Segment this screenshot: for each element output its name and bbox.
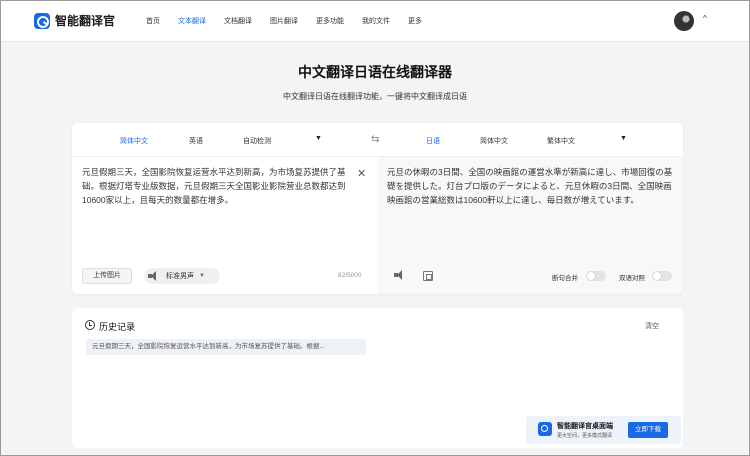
- main-nav: 首页 文本翻译 文档翻译 图片翻译 更多功能 我的文件 更多: [146, 16, 440, 26]
- translator-panel: 简体中文 英语 自动检测 ▼ ⇆ 日语 简体中文 繁体中文 ▼ 元旦假期三天，全…: [72, 123, 683, 294]
- history-icon: [85, 320, 95, 330]
- speaker-icon[interactable]: [148, 271, 158, 281]
- target-text-area: 元旦の休暇の3日間、全国の映画館の運営水準が新高に達し、市場回復の基礎を提供した…: [378, 157, 683, 294]
- target-lang-traditional-chinese[interactable]: 繁体中文: [547, 136, 575, 146]
- app-logo[interactable]: 智能翻译官: [34, 12, 115, 29]
- bilingual-label: 双语对照: [619, 275, 645, 282]
- history-item[interactable]: 元旦假期三天，全国影院恢复运营水平达到新高，为市场复苏提供了基础。根据...: [86, 339, 366, 355]
- bilingual-toggle[interactable]: [652, 271, 672, 281]
- sentence-merge-label: 断句合并: [552, 275, 578, 282]
- upload-image-button[interactable]: 上传图片: [82, 268, 132, 284]
- page-subtitle: 中文翻译日语在线翻译功能，一键将中文翻译成日语: [283, 92, 467, 101]
- promo-title: 智能翻译官桌面端: [557, 423, 613, 430]
- target-lang-dropdown-icon[interactable]: ▼: [620, 135, 627, 142]
- source-text[interactable]: 元旦假期三天，全国影院恢复运营水平达到新高，为市场复苏提供了基础。根据灯塔专业版…: [82, 165, 352, 207]
- language-selector-row: 简体中文 英语 自动检测 ▼ ⇆ 日语 简体中文 繁体中文 ▼: [72, 123, 683, 157]
- app-logo-icon: [34, 12, 50, 29]
- target-lang-simplified-chinese[interactable]: 简体中文: [480, 136, 508, 146]
- caret-down-icon: ▼: [199, 273, 205, 279]
- nav-item-my-files[interactable]: 我的文件: [362, 16, 390, 26]
- history-title: 历史记录: [99, 322, 136, 332]
- voice-select[interactable]: 标准男声 ▼: [144, 268, 220, 284]
- sentence-merge-toggle[interactable]: [586, 271, 606, 281]
- user-avatar[interactable]: [674, 11, 694, 31]
- source-lang-english[interactable]: 英语: [189, 136, 203, 146]
- source-text-area[interactable]: 元旦假期三天，全国影院恢复运营水平达到新高，为市场复苏提供了基础。根据灯塔专业版…: [72, 157, 378, 294]
- nav-item-text-translate[interactable]: 文本翻译: [178, 16, 206, 26]
- speaker-icon[interactable]: [394, 270, 404, 280]
- copy-icon[interactable]: [423, 271, 433, 281]
- nav-item-more[interactable]: 更多: [408, 16, 422, 26]
- desktop-app-icon: [538, 422, 552, 436]
- nav-item-document-translate[interactable]: 文档翻译: [224, 16, 252, 26]
- character-count: 82/5000: [338, 272, 362, 279]
- target-lang-japanese[interactable]: 日语: [426, 136, 440, 146]
- top-navigation-bar: 智能翻译官 首页 文本翻译 文档翻译 图片翻译 更多功能 我的文件 更多 ^: [1, 1, 749, 42]
- source-lang-simplified-chinese[interactable]: 简体中文: [120, 136, 148, 146]
- download-now-button[interactable]: 立即下载: [628, 422, 668, 438]
- clear-history-button[interactable]: 清空: [645, 321, 659, 331]
- source-lang-dropdown-icon[interactable]: ▼: [315, 135, 322, 142]
- nav-item-more-features[interactable]: 更多功能: [316, 16, 344, 26]
- page-title: 中文翻译日语在线翻译器: [298, 64, 452, 80]
- nav-item-home[interactable]: 首页: [146, 16, 160, 26]
- nav-item-image-translate[interactable]: 图片翻译: [270, 16, 298, 26]
- source-lang-auto-detect[interactable]: 自动检测: [243, 136, 271, 146]
- desktop-app-promo: 智能翻译官桌面端 更大空间，更多模式翻译 立即下载: [526, 416, 681, 444]
- clear-text-icon[interactable]: ✕: [357, 167, 366, 180]
- history-panel: 历史记录 清空 元旦假期三天，全国影院恢复运营水平达到新高，为市场复苏提供了基础…: [72, 308, 683, 448]
- swap-languages-icon[interactable]: ⇆: [371, 134, 379, 145]
- app-name: 智能翻译官: [55, 14, 116, 28]
- promo-subtitle: 更大空间，更多模式翻译: [557, 433, 613, 439]
- chevron-up-icon[interactable]: ^: [703, 14, 707, 23]
- voice-label: 标准男声: [166, 273, 194, 280]
- translated-text: 元旦の休暇の3日間、全国の映画館の運営水準が新高に達し、市場回復の基礎を提供した…: [387, 167, 673, 205]
